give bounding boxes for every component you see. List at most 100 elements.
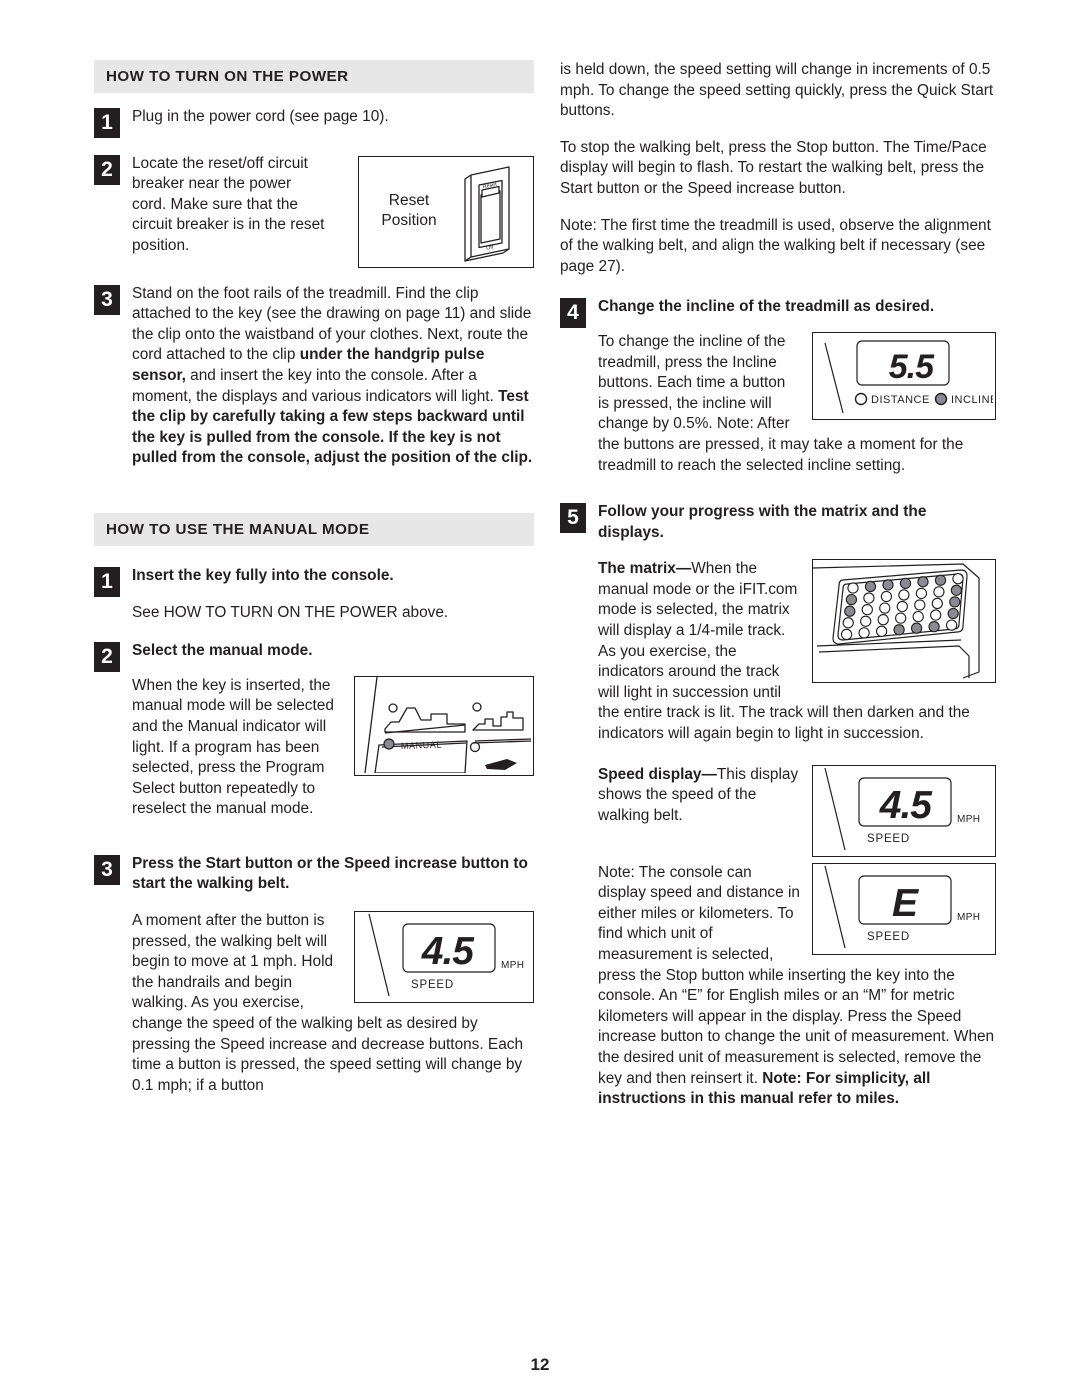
matrix-dot-unlit: [952, 573, 964, 585]
matrix-dot-lit: [864, 581, 877, 593]
step-text: Locate the reset/off circuit breaker nea…: [132, 154, 325, 254]
matrix-dot-unlit: [933, 586, 945, 598]
matrix-dot-lit: [934, 574, 947, 587]
distance-indicator-label: DISTANCE: [871, 394, 930, 406]
step-power-3: 3 Stand on the foot rails of the treadmi…: [94, 284, 534, 469]
continuation-paragraph-2: To stop the walking belt, press the Stop…: [560, 138, 987, 197]
matrix-dot-unlit: [930, 609, 942, 621]
matrix-dot-unlit: [861, 604, 873, 616]
continuation-paragraph-3: Note: The first time the treadmill is us…: [560, 216, 991, 275]
matrix-dot-unlit: [914, 599, 926, 611]
matrix-dot-lit: [882, 579, 894, 591]
step-number-badge: 2: [94, 154, 120, 185]
matrix-dot-lit: [845, 594, 858, 606]
matrix-dot-unlit: [915, 588, 928, 600]
step-number-badge: 4: [560, 298, 586, 329]
matrix-dot-unlit: [840, 629, 853, 641]
manual-page: HOW TO TURN ON THE POWER 1 Plug in the p…: [0, 0, 1080, 1397]
units-note-subsection: E MPH SPEED Note: The console can displa…: [598, 862, 996, 1110]
step-body-text: See HOW TO TURN ON THE POWER above.: [132, 603, 449, 621]
english-units-drawing: E MPH SPEED: [824, 865, 980, 948]
right-column: is held down, the speed setting will cha…: [560, 60, 996, 1114]
reset-label-line1: Reset: [389, 192, 430, 209]
section-heading-manual-mode: HOW TO USE THE MANUAL MODE: [94, 512, 534, 546]
matrix-dot-unlit: [896, 601, 908, 613]
step-number-badge: 5: [560, 503, 586, 534]
speed-unit: MPH: [501, 960, 524, 971]
matrix-subsection: The matrix—When the manual mode or the i…: [598, 559, 996, 764]
incline-value: 5.5: [889, 348, 935, 386]
incline-indicator-label: INCLINE: [951, 394, 993, 406]
step-title: Select the manual mode.: [132, 642, 313, 660]
matrix-figure: [812, 559, 996, 684]
incline-display-figure: 5.5 DISTANCE INCLINE: [812, 331, 996, 420]
section-heading-power: HOW TO TURN ON THE POWER: [94, 60, 534, 93]
step-title: Insert the key fully into the console.: [132, 566, 394, 584]
distance-indicator-dot: [854, 392, 868, 406]
matrix-dot-lit: [910, 622, 923, 635]
matrix-dot-lit: [893, 624, 905, 636]
matrix-dot-unlit: [860, 615, 872, 628]
step-incline-4: 4 Change the incline of the treadmill as…: [560, 297, 996, 498]
incline-display-drawing: 5.5 DISTANCE INCLINE: [824, 340, 993, 414]
matrix-dot-unlit: [945, 619, 958, 632]
manual-console-drawing: MANUAL: [364, 676, 531, 773]
manual-indicator-label: MANUAL: [401, 739, 442, 750]
matrix-dot-unlit: [895, 612, 907, 625]
speed-display-drawing-2: 4.5 MPH SPEED: [824, 767, 980, 850]
left-column: HOW TO TURN ON THE POWER 1 Plug in the p…: [94, 60, 534, 1100]
matrix-dot-lit: [950, 584, 963, 597]
step-title: Change the incline of the treadmill as d…: [598, 298, 935, 316]
step-manual-2: 2 Select the manual mode. MANUAL When th…: [94, 641, 534, 838]
matrix-dot-unlit: [875, 625, 888, 638]
matrix-drawing: [813, 563, 980, 679]
speed-lead: Speed display: [598, 765, 702, 783]
english-units-display-figure: E MPH SPEED: [812, 862, 996, 955]
step-number-badge: 1: [94, 566, 120, 597]
speed-caption: SPEED: [867, 833, 910, 845]
step3-text-part2: and insert the key into the console. Aft…: [132, 366, 499, 405]
matrix-dot-unlit: [863, 592, 875, 604]
matrix-lead: The matrix: [598, 560, 676, 578]
speed-display-drawing: 4.5 MPH SPEED: [368, 913, 524, 997]
step-title: Press the Start button or the Speed incr…: [132, 854, 528, 893]
manual-indicator-figure: MANUAL: [354, 675, 534, 776]
matrix-dot-lit: [917, 576, 929, 588]
page-number: 12: [530, 1355, 550, 1374]
matrix-dot-unlit: [931, 598, 943, 610]
step-power-2: 2 Reset Position Reset Off Locate the re…: [94, 154, 534, 274]
manual-indicator-dot: [383, 738, 395, 750]
step-manual-3: 3 Press the Start button or the Speed in…: [94, 854, 534, 1097]
step-text: Stand on the foot rails of the treadmill…: [132, 284, 534, 469]
matrix-dot-lit: [947, 608, 959, 620]
matrix-dot-unlit: [879, 602, 891, 615]
speed-unit: MPH: [957, 814, 980, 825]
matrix-dot-unlit: [898, 589, 910, 601]
matrix-dot-unlit: [880, 591, 893, 603]
matrix-dot-lit: [844, 605, 856, 618]
matrix-dot-unlit: [847, 582, 859, 594]
em-dash: —: [675, 560, 692, 578]
step-number-badge: 1: [94, 108, 120, 138]
matrix-dot-lit: [928, 621, 940, 633]
matrix-dot-unlit: [858, 627, 870, 639]
step-text: Plug in the power cord (see page 10).: [132, 108, 389, 125]
matrix-dot-lit: [949, 596, 961, 608]
speed-subsection: 4.5 MPH SPEED Speed display—This display…: [598, 764, 996, 863]
step-title: Follow your progress with the matrix and…: [598, 503, 927, 541]
matrix-dot-lit: [899, 577, 912, 590]
matrix-dot-unlit: [877, 614, 889, 626]
circuit-breaker-drawing: Reset Position Reset Off: [381, 165, 510, 262]
reset-label-line2: Position: [381, 212, 436, 229]
matrix-dot-unlit: [842, 617, 854, 629]
circuit-breaker-figure: Reset Position Reset Off: [358, 155, 534, 268]
step-number-badge: 3: [94, 854, 120, 885]
units-value: E: [892, 882, 919, 925]
speed-value: 4.5: [421, 930, 476, 973]
continuation-paragraph-1: is held down, the speed setting will cha…: [560, 61, 994, 120]
units-caption: SPEED: [867, 931, 910, 943]
step-number-badge: 3: [94, 284, 120, 315]
matrix-dot-unlit: [912, 611, 924, 623]
speed-display-figure: 4.5 MPH SPEED: [354, 911, 534, 1004]
speed-caption: SPEED: [411, 979, 454, 991]
